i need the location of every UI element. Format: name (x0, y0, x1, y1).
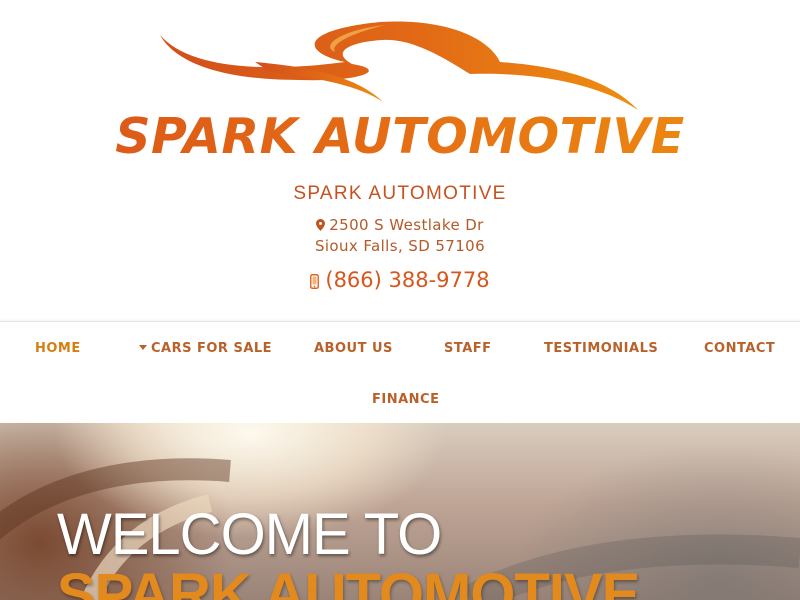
phone-link[interactable]: (866) 388-9778 (0, 268, 800, 292)
dealer-address[interactable]: 2500 S Westlake Dr Sioux Falls, SD 57106 (0, 215, 800, 257)
logo-wordmark: SPARK AUTOMOTIVE (0, 108, 800, 165)
nav-item-staff[interactable]: STAFF (444, 341, 492, 356)
dealer-name: SPARK AUTOMOTIVE (293, 183, 507, 204)
site-header: SPARK AUTOMOTIVE SPARK AUTOMOTIVE 2500 S… (0, 0, 800, 320)
mobile-phone-icon (310, 274, 320, 289)
address-street: 2500 S Westlake Dr (329, 216, 484, 234)
nav-item-testimonials[interactable]: TESTIMONIALS (544, 341, 658, 356)
hero-subheading: SPARK AUTOMOTIVE (57, 562, 640, 600)
main-navigation: HOME CARS FOR SALE ABOUT US STAFF TESTIM… (0, 321, 800, 423)
map-pin-icon (316, 219, 326, 231)
nav-item-home[interactable]: HOME (35, 341, 81, 356)
nav-item-label: CARS FOR SALE (151, 341, 273, 356)
phone-number: (866) 388-9778 (325, 268, 490, 292)
brand-logo[interactable]: SPARK AUTOMOTIVE (0, 0, 800, 170)
nav-item-finance[interactable]: FINANCE (372, 392, 439, 407)
nav-item-about-us[interactable]: ABOUT US (314, 341, 393, 356)
nav-item-contact[interactable]: CONTACT (704, 341, 775, 356)
address-city: Sioux Falls, SD 57106 (314, 237, 486, 255)
caret-down-icon (139, 345, 147, 350)
hero-heading: WELCOME TO (57, 502, 442, 567)
address-line-1: 2500 S Westlake Dr (0, 215, 800, 236)
nav-item-cars-for-sale[interactable]: CARS FOR SALE (139, 341, 272, 356)
